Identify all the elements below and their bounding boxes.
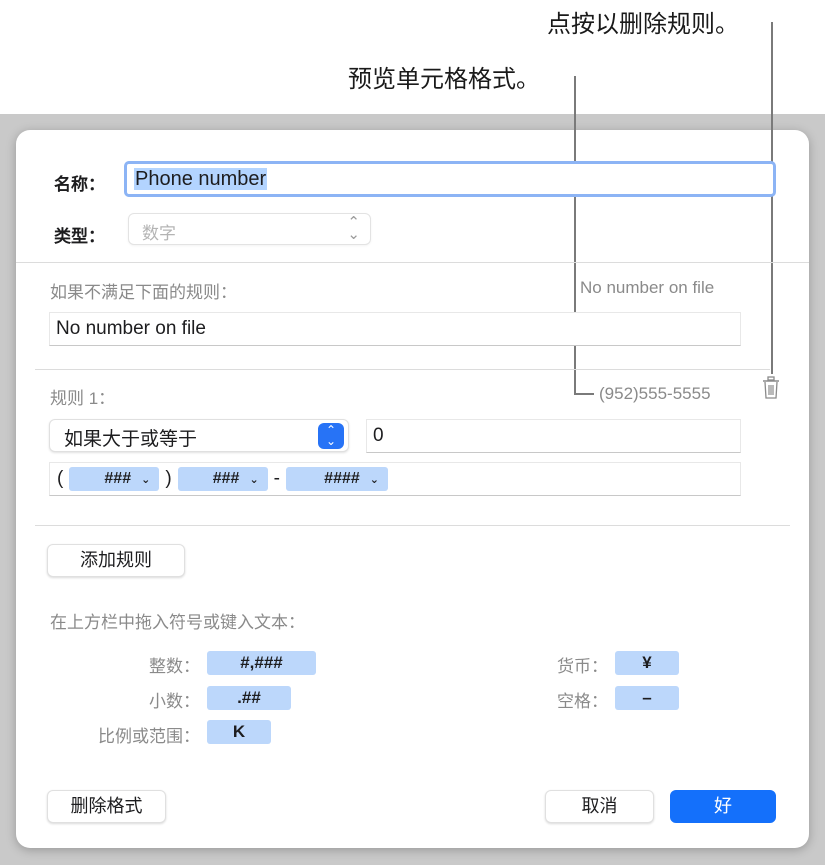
divider-add-rule [35,525,790,526]
currency-token[interactable]: ¥ [615,651,679,675]
up-down-chevron-icon: ⌃ ⌄ [347,214,360,243]
fallback-text-input[interactable]: No number on file [49,312,741,346]
name-label: 名称： [54,175,105,194]
divider-rule [35,369,770,370]
format-token-label: ### [104,470,132,487]
integer-token[interactable]: #,### [207,651,316,675]
token-prefix: ( [57,468,64,489]
fallback-preview: No number on file [580,278,715,297]
space-token[interactable]: – [615,686,679,710]
decimal-token[interactable]: .## [207,686,291,710]
fallback-label: 如果不满足下面的规则： [50,283,237,302]
drag-hint: 在上方栏中拖入符号或键入文本： [50,613,305,632]
condition-value-input[interactable]: 0 [366,419,741,453]
token-suffix: - [273,468,280,489]
condition-select[interactable]: 如果大于或等于 ⌃ ⌄ [49,419,349,452]
type-select[interactable]: 数字 ⌃ ⌄ [128,213,371,245]
scale-token[interactable]: K [207,720,271,744]
add-rule-button[interactable]: 添加规则 [47,544,185,577]
callout-preview-format: 预览单元格格式。 [348,66,540,93]
chevron-down-icon: ⌄ [141,473,151,486]
callout-hline-preview [574,393,594,395]
name-input[interactable]: Phone number [124,161,776,197]
trash-icon[interactable] [762,376,780,400]
type-select-value: 数字 [142,224,176,243]
cancel-button[interactable]: 取消 [545,790,654,823]
decimal-label: 小数： [149,692,200,711]
token-suffix: ) [165,468,172,489]
up-down-chevron-icon: ⌃ ⌄ [318,423,344,449]
callout-line-preview [574,76,576,395]
callout-line-delete [771,22,773,374]
condition-select-value: 如果大于或等于 [64,429,198,450]
format-token[interactable]: ### ⌄ [177,467,268,491]
format-token-bar[interactable]: ( ### ⌄ ) ### ⌄ - #### ⌄ [49,462,741,496]
callout-delete-rule: 点按以删除规则。 [547,11,739,38]
format-token-label: #### [324,470,360,487]
currency-label: 货币： [557,657,608,676]
chevron-down-icon: ⌄ [249,473,259,486]
name-input-value: Phone number [134,168,268,190]
format-token-label: ### [212,470,240,487]
space-label: 空格： [557,692,608,711]
type-label: 类型： [54,227,105,246]
rule-preview: (952)555-5555 [599,384,711,403]
ok-button[interactable]: 好 [670,790,776,823]
divider-top [16,262,809,263]
scale-label: 比例或范围： [98,727,200,746]
format-token[interactable]: ### ⌄ [69,467,160,491]
delete-format-button[interactable]: 删除格式 [47,790,166,823]
rule-label: 规则 1： [50,389,116,408]
format-token[interactable]: #### ⌄ [285,467,388,491]
chevron-down-icon: ⌄ [369,473,379,486]
integer-label: 整数： [149,657,200,676]
